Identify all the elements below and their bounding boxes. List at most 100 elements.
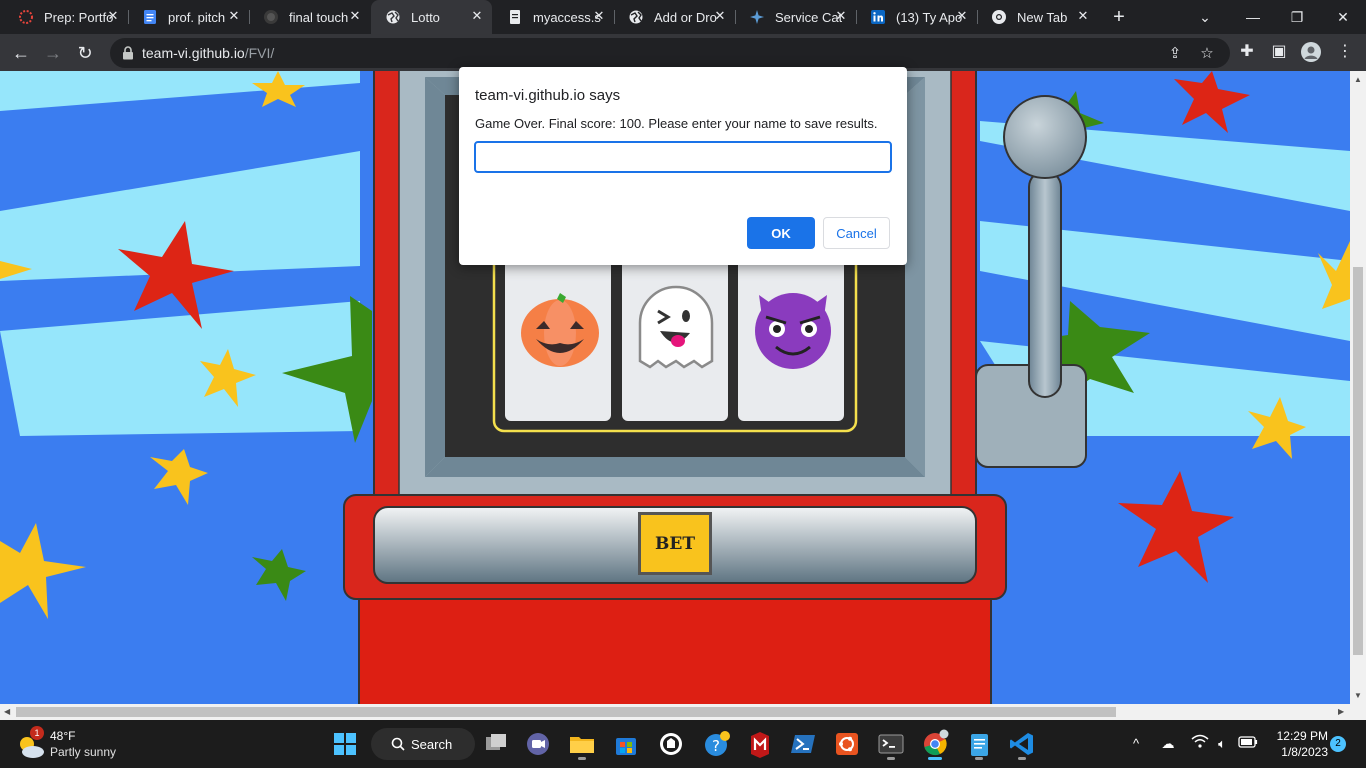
star-shape	[150, 449, 208, 505]
frame-bevel-right	[905, 77, 925, 477]
search-label: Search	[411, 736, 453, 752]
tab-title: Add or Dro	[654, 9, 717, 25]
clock-date: 1/8/2023	[1281, 745, 1328, 759]
microsoft-store-icon[interactable]	[610, 728, 642, 760]
close-icon[interactable]: ✕	[955, 9, 969, 23]
minimize-icon[interactable]: —	[1240, 4, 1266, 30]
tab-title: myaccess.s	[533, 9, 601, 25]
globe-icon	[386, 10, 400, 24]
notification-center-badge[interactable]: 2	[1330, 736, 1346, 752]
share-icon[interactable]: ⇪	[1166, 45, 1184, 63]
teams-chat-icon[interactable]	[522, 728, 554, 760]
close-icon[interactable]: ✕	[470, 9, 484, 23]
side-panel-icon[interactable]: ▣	[1268, 41, 1290, 63]
vscode-icon[interactable]	[1006, 728, 1038, 760]
google-docs-icon	[144, 10, 156, 24]
scroll-down-arrow-icon[interactable]: ▼	[1354, 691, 1362, 700]
powershell-icon[interactable]	[787, 728, 819, 760]
wifi-icon[interactable]	[1190, 734, 1210, 754]
reload-icon[interactable]: ↻	[72, 40, 98, 66]
scrollbar-thumb[interactable]	[16, 707, 1116, 717]
mcafee-icon[interactable]	[744, 728, 776, 760]
back-arrow-icon[interactable]: ←	[8, 40, 34, 66]
lever-knob[interactable]	[1003, 95, 1087, 179]
system-clock[interactable]: 12:29 PM 1/8/2023	[1268, 728, 1328, 760]
tab-title: prof. pitch	[168, 9, 226, 25]
document-icon	[510, 10, 520, 24]
close-icon[interactable]: ✕	[713, 9, 727, 23]
scroll-right-arrow-icon[interactable]: ▶	[1338, 707, 1344, 716]
globe-icon	[629, 10, 643, 24]
tab-add-or-drop[interactable]: Add or Dro ✕	[614, 0, 736, 34]
close-icon[interactable]: ✕	[348, 9, 362, 23]
cancel-button[interactable]: Cancel	[823, 217, 890, 249]
tab-service-catalog[interactable]: Service Cat ✕	[735, 0, 857, 34]
smiling-devil-icon	[755, 293, 831, 369]
kebab-menu-icon[interactable]: ⋮	[1334, 41, 1356, 63]
restore-icon[interactable]: ❐	[1284, 4, 1310, 30]
tab-linkedin[interactable]: (13) Ty Apo ✕	[856, 0, 978, 34]
scroll-left-arrow-icon[interactable]: ◀	[4, 707, 10, 716]
linkedin-icon	[871, 10, 885, 24]
red-dotted-circle-icon	[19, 10, 33, 24]
get-help-icon[interactable]: ?	[700, 728, 732, 760]
prompt-dialog: team-vi.github.io says Game Over. Final …	[459, 67, 907, 265]
weather-description: Partly sunny	[50, 745, 117, 759]
tab-title: Service Cat	[775, 9, 843, 25]
url-host: team-vi.github.io	[142, 45, 245, 61]
url-path: /FVI/	[244, 45, 275, 61]
clock-time: 12:29 PM	[1276, 729, 1328, 743]
close-icon[interactable]: ✕	[592, 9, 606, 23]
servicenow-star-icon	[750, 10, 764, 24]
scrollbar-thumb[interactable]	[1353, 267, 1363, 655]
close-icon[interactable]: ✕	[106, 9, 120, 23]
tab-new-tab[interactable]: New Tab ✕	[977, 0, 1098, 34]
address-bar[interactable]: team-vi.github.io/FVI/ ⇪ ☆	[110, 38, 1230, 68]
file-explorer-icon[interactable]	[566, 728, 598, 760]
close-icon[interactable]: ✕	[1076, 9, 1090, 23]
close-icon[interactable]: ✕	[227, 9, 241, 23]
lever-arm	[1028, 170, 1062, 398]
profile-avatar[interactable]	[1300, 41, 1322, 63]
close-icon[interactable]: ✕	[834, 9, 848, 23]
bookmark-star-icon[interactable]: ☆	[1198, 45, 1216, 63]
star-shape	[1174, 71, 1250, 133]
bet-button[interactable]: BET	[638, 512, 712, 575]
terminal-icon[interactable]	[875, 728, 907, 760]
onedrive-cloud-icon[interactable]: ☁	[1158, 734, 1178, 754]
battery-icon[interactable]	[1238, 734, 1258, 754]
volume-icon[interactable]: 🔈︎	[1212, 734, 1232, 754]
star-shape	[1118, 471, 1234, 583]
windows-start-icon[interactable]	[329, 728, 361, 760]
tab-myaccess[interactable]: myaccess.s ✕	[493, 0, 615, 34]
ubuntu-icon[interactable]	[831, 728, 863, 760]
tab-search-chevron-icon[interactable]: ⌄	[1192, 4, 1218, 30]
frame-bevel-left	[425, 77, 445, 477]
chrome-icon[interactable]	[919, 728, 951, 760]
tab-lotto[interactable]: Lotto ✕	[371, 0, 492, 34]
scroll-up-arrow-icon[interactable]: ▲	[1354, 75, 1362, 84]
task-view-icon[interactable]	[480, 728, 512, 760]
ok-button[interactable]: OK	[747, 217, 815, 249]
horizontal-scrollbar[interactable]: ◀ ▶	[0, 704, 1366, 720]
vertical-scrollbar[interactable]: ▲ ▼	[1350, 71, 1366, 704]
tab-title: (13) Ty Apo	[896, 9, 963, 25]
svg-text:?: ?	[712, 737, 720, 755]
new-tab-plus-icon[interactable]: +	[1108, 6, 1130, 28]
running-indicator	[1018, 757, 1026, 760]
dialog-title: team-vi.github.io says	[475, 87, 621, 104]
extensions-puzzle-icon[interactable]: ✚	[1236, 41, 1258, 63]
taskbar-search[interactable]: Search	[371, 728, 475, 760]
tab-prof-pitch[interactable]: prof. pitch ✕	[128, 0, 250, 34]
tab-title: final touch	[289, 9, 349, 25]
forward-arrow-icon[interactable]: →	[40, 40, 66, 66]
tab-strip: Prep: Portfo ✕ prof. pitch ✕ final touch…	[0, 0, 1366, 34]
tab-final-touch[interactable]: final touch ✕	[249, 0, 370, 34]
show-hidden-icons-chevron-icon[interactable]: ^	[1126, 734, 1146, 754]
github-desktop-icon[interactable]	[655, 728, 687, 760]
name-input[interactable]	[474, 141, 892, 173]
notepad-icon[interactable]	[963, 728, 995, 760]
window-close-icon[interactable]: ✕	[1330, 4, 1356, 30]
weather-widget[interactable]: 1 48°F Partly sunny	[16, 726, 156, 762]
tab-prep-portfolio[interactable]: Prep: Portfo ✕	[4, 0, 129, 34]
